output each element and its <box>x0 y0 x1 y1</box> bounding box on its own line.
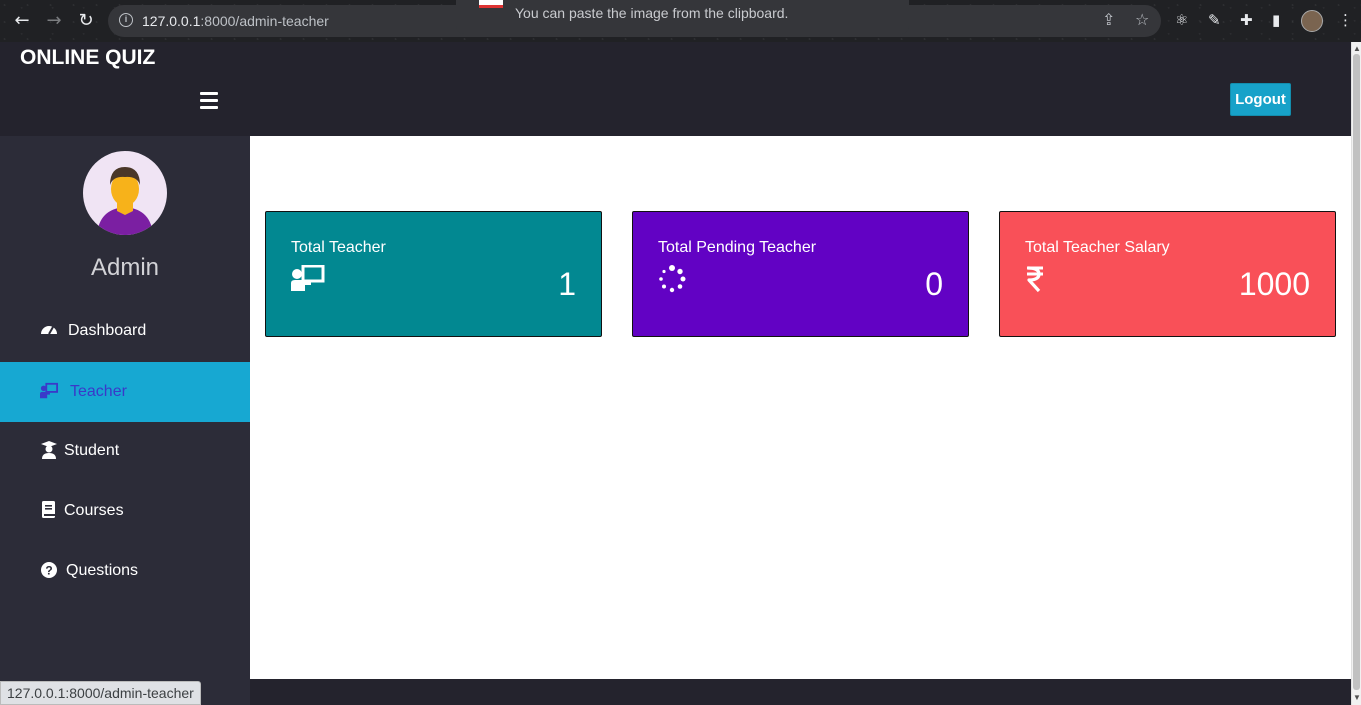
question-circle-icon: ? <box>41 562 57 578</box>
share-icon[interactable]: ⇪ <box>1102 10 1115 29</box>
user-name: Admin <box>90 254 160 281</box>
user-graduate-icon <box>41 441 57 459</box>
svg-text:?: ? <box>45 564 52 578</box>
avatar <box>83 151 167 235</box>
profile-avatar[interactable] <box>1301 10 1323 32</box>
rupee-icon <box>1027 266 1043 293</box>
card-value: 1 <box>558 266 576 302</box>
react-devtools-icon[interactable]: ⚛ <box>1175 11 1188 29</box>
chalkboard-teacher-icon <box>291 265 325 291</box>
forward-icon[interactable]: → <box>41 8 67 34</box>
card-title: Total Teacher Salary <box>1025 239 1170 256</box>
sidebar-item-teacher[interactable]: Teacher <box>0 362 250 422</box>
reload-icon[interactable]: ↻ <box>73 8 99 34</box>
image-thumbnail-icon <box>479 0 503 8</box>
chalkboard-teacher-icon <box>40 382 58 399</box>
card-value: 1000 <box>1238 266 1310 302</box>
eyedropper-icon[interactable]: ✎ <box>1208 11 1221 29</box>
card-title: Total Pending Teacher <box>658 239 817 256</box>
scrollbar-thumb[interactable] <box>1353 54 1360 690</box>
total-teacher-card: Total Teacher 1 <box>265 211 602 337</box>
card-title: Total Teacher <box>291 239 386 256</box>
clipboard-notification: You can paste the image from the clipboa… <box>456 0 909 34</box>
side-panel-icon[interactable]: ▮ <box>1272 11 1280 29</box>
book-icon <box>42 501 55 518</box>
app-footer <box>250 679 1351 705</box>
site-info-icon[interactable]: i <box>119 13 133 27</box>
sidebar: Admin Dashboard Teacher Student Courses … <box>0 136 250 705</box>
address-url[interactable]: 127.0.0.1:8000/admin-teacher <box>142 13 329 29</box>
sidebar-item-dashboard[interactable]: Dashboard <box>0 301 250 361</box>
spinner-icon <box>659 265 686 293</box>
bookmark-star-icon[interactable]: ☆ <box>1135 10 1149 29</box>
kebab-menu-icon[interactable]: ⋮ <box>1338 11 1353 29</box>
extensions-puzzle-icon[interactable]: ✚ <box>1240 11 1253 29</box>
card-value: 0 <box>925 266 943 302</box>
sidebar-item-courses[interactable]: Courses <box>0 481 250 541</box>
scroll-down-icon[interactable]: ▼ <box>1353 693 1361 702</box>
brand-title[interactable]: ONLINE QUIZ <box>20 46 155 70</box>
scroll-up-icon[interactable]: ▲ <box>1353 44 1361 53</box>
hamburger-menu-icon[interactable] <box>200 92 218 113</box>
total-teacher-salary-card: Total Teacher Salary 1000 <box>999 211 1336 337</box>
status-bar-url: 127.0.0.1:8000/admin-teacher <box>0 681 201 705</box>
sidebar-item-questions[interactable]: ? Questions <box>0 541 250 601</box>
back-icon[interactable]: ← <box>9 8 35 34</box>
sidebar-item-student[interactable]: Student <box>0 421 250 481</box>
page-scrollbar[interactable]: ▲ ▼ <box>1351 42 1361 705</box>
tachometer-icon <box>41 326 57 335</box>
app-header <box>0 42 1351 136</box>
logout-button[interactable]: Logout <box>1230 83 1291 116</box>
total-pending-teacher-card: Total Pending Teacher 0 <box>632 211 969 337</box>
